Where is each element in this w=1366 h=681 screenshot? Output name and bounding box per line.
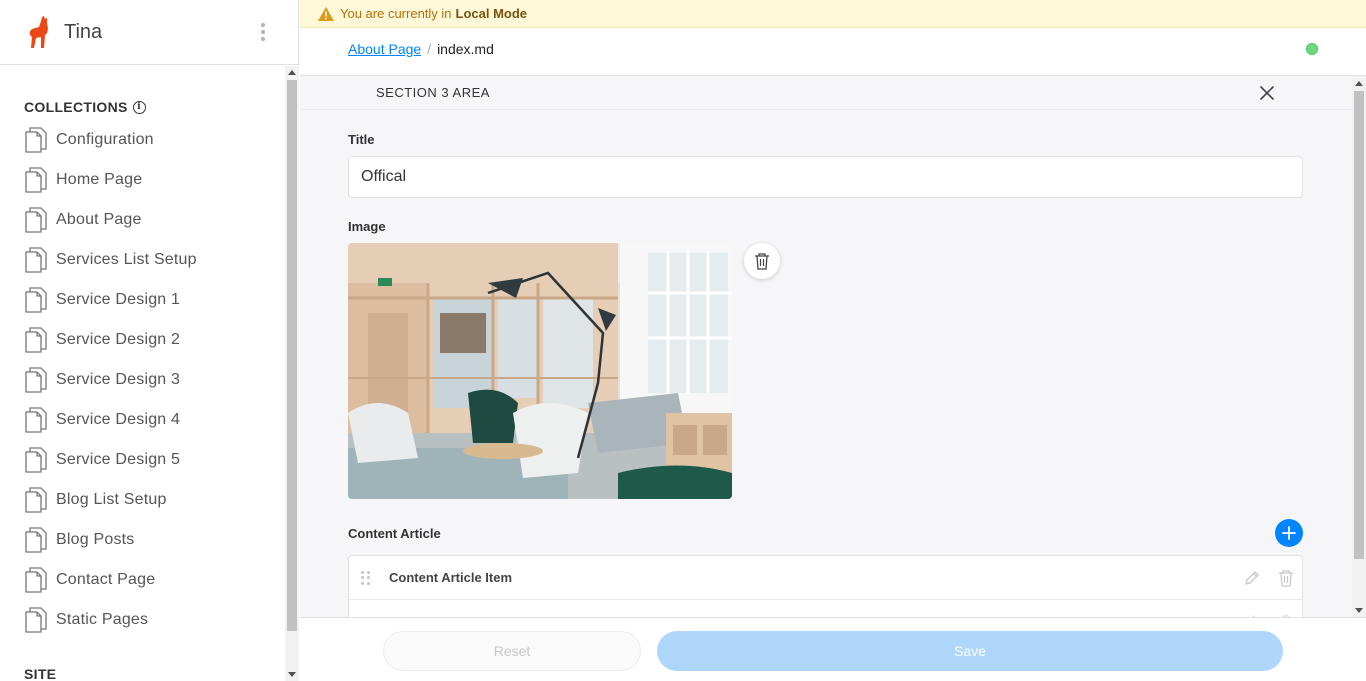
image-label: Image: [348, 219, 386, 234]
content-article-list: Content Article Item: [348, 555, 1303, 617]
breadcrumb-parent-link[interactable]: About Page: [348, 41, 421, 57]
tina-llama-logo-icon: [29, 16, 48, 48]
sidebar-item-static-pages[interactable]: Static Pages: [24, 600, 279, 640]
document-topbar: About Page / index.md: [300, 28, 1366, 76]
sidebar-menu-kebab-icon[interactable]: [254, 20, 272, 44]
section-form: Title Offical Image Content Article Cont…: [300, 111, 1352, 617]
scroll-up-arrow-icon[interactable]: [1355, 81, 1363, 86]
document-icon: [25, 607, 47, 633]
sidebar: Tina COLLECTIONS i Configuration Home Pa…: [0, 0, 299, 681]
content-article-label: Content Article: [348, 526, 441, 541]
document-icon: [25, 247, 47, 273]
list-item[interactable]: [349, 600, 1302, 617]
sidebar-item-services-list-setup[interactable]: Services List Setup: [24, 240, 279, 280]
sidebar-item-configuration[interactable]: Configuration: [24, 120, 279, 160]
sidebar-item-label: Service Design 1: [56, 291, 181, 308]
scroll-up-arrow-icon[interactable]: [288, 70, 296, 75]
document-icon: [25, 407, 47, 433]
document-icon: [25, 287, 47, 313]
sidebar-item-about-page[interactable]: About Page: [24, 200, 279, 240]
drag-handle-icon[interactable]: [361, 571, 371, 585]
sidebar-item-blog-posts[interactable]: Blog Posts: [24, 520, 279, 560]
save-button[interactable]: Save: [657, 631, 1283, 671]
sidebar-item-service-design-3[interactable]: Service Design 3: [24, 360, 279, 400]
sidebar-item-label: Home Page: [56, 171, 143, 188]
close-icon[interactable]: [1258, 84, 1276, 102]
sidebar-item-label: Service Design 3: [56, 371, 181, 388]
document-icon: [25, 207, 47, 233]
breadcrumb-current: index.md: [437, 41, 494, 57]
collections-heading-label: COLLECTIONS: [24, 99, 128, 115]
site-heading: SITE: [24, 666, 57, 681]
sidebar-item-label: Blog Posts: [56, 531, 135, 548]
sidebar-item-label: Contact Page: [56, 571, 156, 588]
trash-icon: [755, 253, 769, 270]
form-footer: Reset Save: [300, 617, 1366, 681]
scroll-down-arrow-icon[interactable]: [288, 672, 296, 677]
sidebar-item-label: Configuration: [56, 131, 154, 148]
banner-text: You are currently in: [340, 6, 452, 21]
add-content-article-button[interactable]: [1275, 519, 1303, 547]
collections-heading: COLLECTIONS i: [24, 99, 146, 115]
sidebar-item-label: Service Design 5: [56, 451, 181, 468]
banner-mode: Local Mode: [455, 6, 528, 21]
info-icon[interactable]: i: [132, 100, 146, 114]
sidebar-item-home-page[interactable]: Home Page: [24, 160, 279, 200]
sidebar-item-service-design-4[interactable]: Service Design 4: [24, 400, 279, 440]
document-icon: [25, 487, 47, 513]
document-icon: [25, 367, 47, 393]
reset-button[interactable]: Reset: [383, 631, 641, 671]
warning-icon: [318, 6, 334, 21]
sidebar-body: COLLECTIONS i Configuration Home Page Ab…: [0, 66, 285, 681]
office-photo-image: [348, 243, 732, 499]
image-preview[interactable]: [348, 243, 732, 499]
trash-icon[interactable]: [1278, 569, 1294, 587]
sidebar-item-label: Services List Setup: [56, 251, 197, 268]
list-item[interactable]: Content Article Item: [349, 556, 1302, 600]
sidebar-item-service-design-1[interactable]: Service Design 1: [24, 280, 279, 320]
breadcrumb-separator: /: [427, 41, 432, 57]
form-scroll-thumb[interactable]: [1354, 91, 1364, 559]
document-icon: [25, 567, 47, 593]
remove-image-button[interactable]: [744, 243, 780, 279]
local-mode-banner: You are currently in Local Mode: [300, 0, 1366, 28]
document-icon: [25, 327, 47, 353]
title-input[interactable]: Offical: [348, 156, 1303, 198]
sidebar-item-blog-list-setup[interactable]: Blog List Setup: [24, 480, 279, 520]
sidebar-item-service-design-2[interactable]: Service Design 2: [24, 320, 279, 360]
sidebar-item-label: Static Pages: [56, 611, 149, 628]
sidebar-item-label: Blog List Setup: [56, 491, 167, 508]
document-icon: [25, 127, 47, 153]
sidebar-item-label: Service Design 4: [56, 411, 181, 428]
section-title: SECTION 3 AREA: [376, 85, 490, 100]
collections-list: Configuration Home Page About Page Servi…: [24, 120, 279, 640]
document-icon: [25, 447, 47, 473]
connection-status-indicator: [1306, 43, 1318, 55]
plus-icon: [1282, 526, 1296, 540]
main-panel: You are currently in Local Mode About Pa…: [300, 0, 1366, 681]
section-panel-header: SECTION 3 AREA: [300, 77, 1352, 110]
scroll-down-arrow-icon[interactable]: [1355, 608, 1363, 613]
sidebar-header: Tina: [0, 0, 298, 65]
breadcrumb: About Page / index.md: [348, 41, 494, 57]
sidebar-item-contact-page[interactable]: Contact Page: [24, 560, 279, 600]
sidebar-scrollbar[interactable]: [285, 66, 299, 681]
sidebar-item-label: About Page: [56, 211, 142, 228]
sidebar-scroll-thumb[interactable]: [287, 80, 297, 631]
app-root: Tina COLLECTIONS i Configuration Home Pa…: [0, 0, 1366, 681]
title-label: Title: [348, 132, 375, 147]
app-title: Tina: [64, 20, 103, 43]
document-icon: [25, 527, 47, 553]
sidebar-item-service-design-5[interactable]: Service Design 5: [24, 440, 279, 480]
form-scrollbar[interactable]: [1352, 77, 1366, 617]
list-item-label: Content Article Item: [389, 570, 513, 585]
document-icon: [25, 167, 47, 193]
pencil-icon[interactable]: [1243, 569, 1261, 587]
sidebar-item-label: Service Design 2: [56, 331, 181, 348]
